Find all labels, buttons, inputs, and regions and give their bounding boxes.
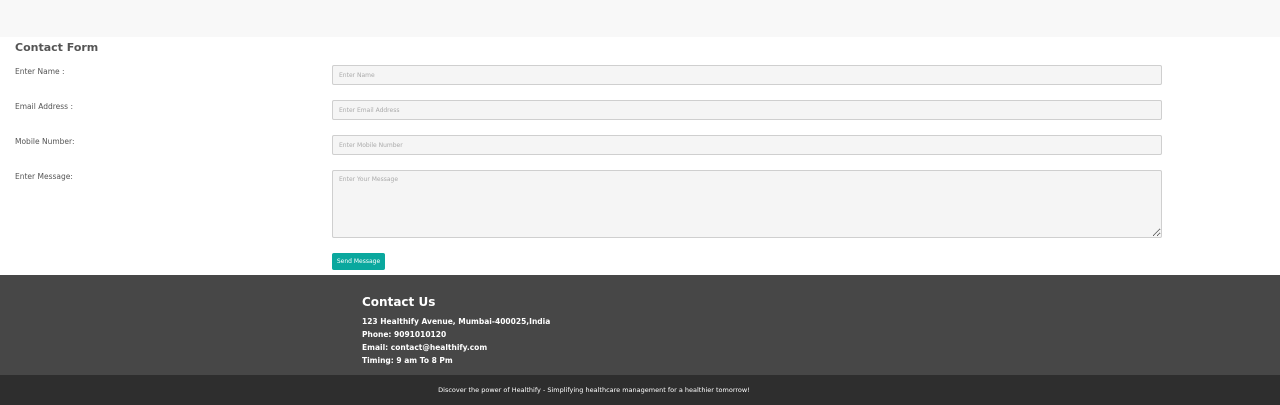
send-message-button[interactable]: Send Message [332, 253, 385, 270]
email-input[interactable] [332, 100, 1162, 120]
top-band [0, 0, 1280, 37]
message-textarea[interactable] [332, 170, 1162, 238]
name-label: Enter Name : [15, 67, 65, 76]
mobile-input[interactable] [332, 135, 1162, 155]
footer-bottom-bar: Discover the power of Healthify - Simpli… [0, 375, 1280, 405]
name-input[interactable] [332, 65, 1162, 85]
footer-contact-panel: Contact Us 123 Healthify Avenue, Mumbai-… [0, 275, 1280, 375]
mobile-label: Mobile Number: [15, 137, 75, 146]
footer-phone: Phone: 9091010120 [362, 330, 447, 339]
footer-address: 123 Healthify Avenue, Mumbai-400025,Indi… [362, 317, 551, 326]
footer-timing: Timing: 9 am To 8 Pm [362, 356, 453, 365]
form-title: Contact Form [15, 41, 99, 54]
email-label: Email Address : [15, 102, 73, 111]
footer-email: Email: contact@healthify.com [362, 343, 488, 352]
footer-tagline: Discover the power of Healthify - Simpli… [438, 386, 750, 394]
message-label: Enter Message: [15, 172, 73, 181]
footer-heading: Contact Us [362, 295, 436, 309]
